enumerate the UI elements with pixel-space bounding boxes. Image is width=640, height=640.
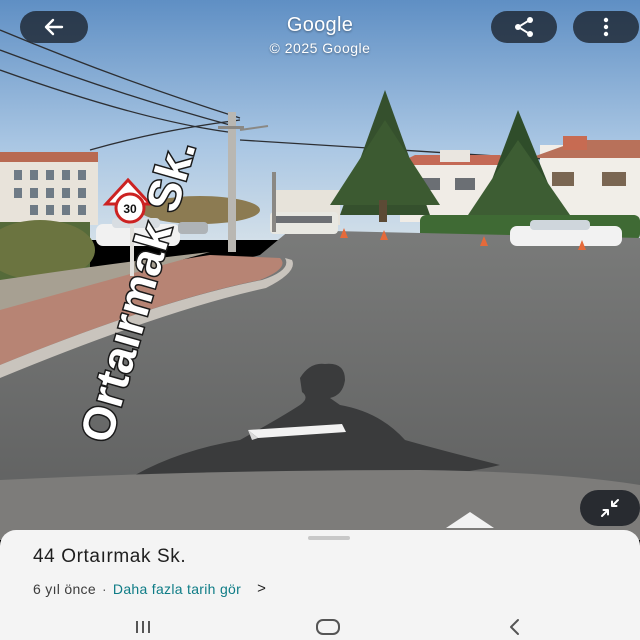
page-title: Google: [286, 14, 354, 36]
nav-back-icon: [510, 619, 519, 635]
copyright-text: © 2025 Google: [269, 40, 371, 56]
share-button[interactable]: [491, 11, 557, 43]
drag-handle[interactable]: [308, 536, 350, 540]
arrow-left-icon: [44, 18, 64, 36]
speed-limit-text: 30: [123, 202, 137, 216]
header-title-block: Google © 2025 Google: [200, 14, 440, 56]
separator-dot: ·: [101, 580, 107, 597]
system-navigation-bar: [0, 612, 640, 640]
home-button[interactable]: [308, 616, 348, 638]
more-dates-link[interactable]: Daha fazla tarih gör: [113, 581, 241, 597]
place-address: 44 Ortaırmak Sk.: [33, 546, 187, 567]
more-options-button[interactable]: [573, 11, 639, 43]
collapse-arrows-icon: [601, 499, 619, 517]
imagery-date-row: 6 yıl önce · Daha fazla tarih gör >: [33, 580, 266, 597]
collapse-view-button[interactable]: [580, 490, 640, 526]
home-icon: [316, 619, 340, 635]
imagery-age: 6 yıl önce: [33, 580, 96, 597]
back-button[interactable]: [20, 11, 88, 43]
chevron-right-icon[interactable]: >: [257, 580, 266, 597]
nav-back-button[interactable]: [495, 616, 535, 638]
recent-apps-button[interactable]: [123, 616, 163, 638]
street-view-image[interactable]: 30: [0, 0, 640, 540]
share-icon: [515, 17, 533, 37]
street-view-panorama[interactable]: 30: [0, 0, 640, 540]
recent-apps-icon: [136, 621, 150, 633]
more-vert-icon: [603, 17, 609, 37]
